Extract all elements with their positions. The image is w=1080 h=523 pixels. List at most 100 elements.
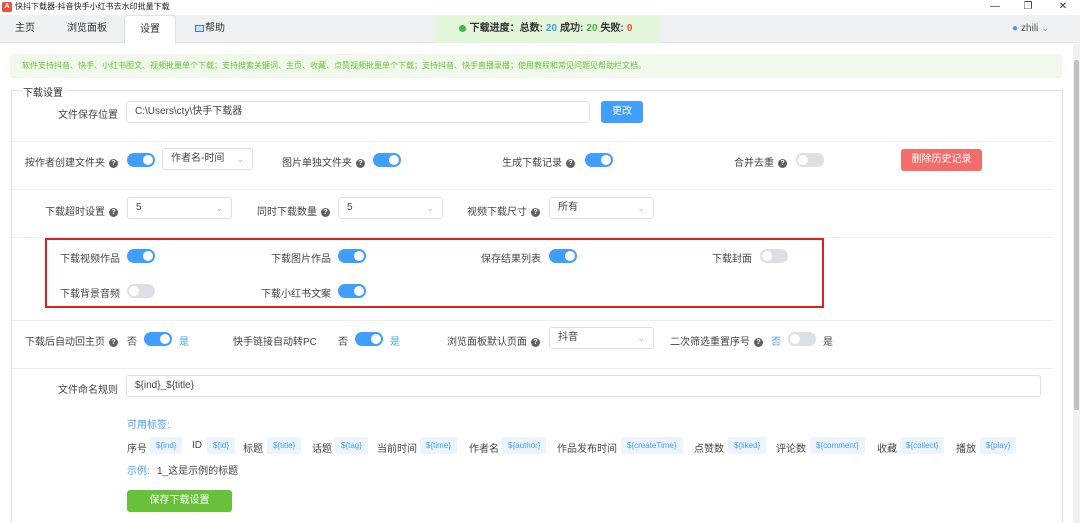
download-images-label: 下载图片作品 bbox=[271, 254, 331, 265]
tag-chip[interactable]: ${title} bbox=[267, 437, 302, 454]
example-value: 1_这是示例的标题 bbox=[157, 466, 239, 477]
tag-chip[interactable]: ${id} bbox=[207, 437, 236, 454]
title-bar: A 快抖下载器-抖音快手小红书去水印批量下载 — ❐ ✕ bbox=[0, 0, 1080, 14]
tag-name: ID bbox=[192, 440, 202, 451]
total-count: 20 bbox=[545, 23, 558, 34]
help-icon[interactable]: ? bbox=[531, 207, 540, 217]
tag-chip[interactable]: ${author} bbox=[502, 437, 547, 454]
author-folder-label: 按作者创建文件夹? bbox=[25, 154, 118, 169]
available-tags-title: 可用标签: bbox=[127, 420, 170, 431]
reseq-label: 二次筛选重置序号? bbox=[670, 333, 763, 348]
save-settings-button[interactable]: 保存下载设置 bbox=[127, 490, 232, 512]
tag-chip[interactable]: ${ind} bbox=[150, 437, 183, 454]
save-path-label: 文件保存位置 bbox=[58, 110, 118, 121]
tag-chip[interactable]: ${time} bbox=[420, 437, 457, 454]
tag-chip[interactable]: ${comment} bbox=[810, 437, 865, 454]
user-menu[interactable]: ● zhili ⌄ bbox=[1012, 15, 1049, 43]
ks-pc-toggle[interactable] bbox=[355, 332, 383, 346]
image-folder-toggle[interactable] bbox=[373, 153, 401, 167]
default-page-label: 浏览面板默认页面? bbox=[447, 333, 540, 348]
back-home-on-text: 是 bbox=[179, 337, 189, 348]
help-icon[interactable]: ? bbox=[109, 207, 118, 217]
author-folder-toggle[interactable] bbox=[127, 153, 155, 167]
concurrent-select[interactable]: 5 ⌄ bbox=[338, 197, 443, 219]
timeout-select[interactable]: 5 ⌄ bbox=[127, 197, 232, 219]
back-home-label: 下载后自动回主页? bbox=[25, 333, 118, 348]
help-icon[interactable]: ? bbox=[321, 207, 330, 217]
delete-history-button[interactable]: 删除历史记录 bbox=[901, 149, 982, 171]
change-path-button[interactable]: 更改 bbox=[601, 101, 643, 123]
chevron-down-icon: ⌄ bbox=[426, 203, 434, 213]
tag-chip[interactable]: ${collect} bbox=[900, 437, 945, 454]
dedupe-label: 合并去重? bbox=[734, 154, 787, 169]
dedupe-toggle[interactable] bbox=[796, 153, 824, 167]
fail-label: 失败: bbox=[600, 23, 624, 34]
help-icon[interactable]: ? bbox=[531, 337, 540, 347]
save-result-list-toggle[interactable] bbox=[549, 249, 577, 263]
help-icon[interactable]: ? bbox=[566, 158, 575, 168]
download-video-label: 下载视频作品 bbox=[60, 254, 120, 265]
download-progress-bar: 下载进度：总数: 20 成功: 20 失败: 0 bbox=[435, 15, 659, 43]
example-label: 示例: bbox=[127, 466, 150, 477]
download-record-toggle[interactable] bbox=[585, 153, 613, 167]
help-icon[interactable]: ? bbox=[109, 337, 118, 347]
author-folder-select[interactable]: 作者名-时间 ⌄ bbox=[162, 148, 253, 170]
download-cover-toggle[interactable] bbox=[760, 249, 788, 263]
download-images-toggle[interactable] bbox=[338, 249, 366, 263]
download-xhs-text-toggle[interactable] bbox=[338, 284, 366, 298]
total-label: 总数: bbox=[519, 23, 543, 34]
tag-chip[interactable]: ${createTime} bbox=[621, 437, 683, 454]
timeout-label: 下载超时设置? bbox=[45, 203, 118, 218]
tag-name: 话题 bbox=[312, 444, 332, 455]
image-folder-label: 图片单独文件夹? bbox=[282, 154, 365, 169]
ks-pc-on-text: 是 bbox=[390, 337, 400, 348]
maximize-button[interactable]: ❐ bbox=[1017, 0, 1039, 14]
download-record-label: 生成下载记录? bbox=[502, 154, 575, 169]
tag-name: 序号 bbox=[127, 444, 147, 455]
progress-label: 下载进度： bbox=[469, 23, 520, 34]
tag-name: 收藏 bbox=[877, 444, 897, 455]
tab-settings[interactable]: 设置 bbox=[124, 15, 176, 44]
tag-name: 播放 bbox=[956, 444, 976, 455]
chevron-down-icon: ⌄ bbox=[637, 203, 645, 213]
tag-chip[interactable]: ${play} bbox=[980, 437, 1017, 454]
back-home-off-text: 否 bbox=[127, 337, 137, 348]
tag-name: 标题 bbox=[243, 444, 263, 455]
tab-help-label: 帮助 bbox=[205, 23, 225, 34]
back-home-toggle[interactable] bbox=[144, 332, 172, 346]
download-video-toggle[interactable] bbox=[127, 249, 155, 263]
notice-banner: 软件支持抖音、快手、小红书图文、视频批量单个下载；支持搜索关键词、主页、收藏、点… bbox=[10, 54, 1062, 78]
tab-home[interactable]: 主页 bbox=[4, 15, 46, 43]
divider bbox=[12, 189, 1052, 190]
window-title: 快抖下载器-抖音快手小红书去水印批量下载 bbox=[15, 2, 170, 11]
save-path-input[interactable]: C:\Users\cty\快手下载器 bbox=[126, 101, 590, 123]
help-icon[interactable]: ? bbox=[778, 158, 787, 168]
reseq-off-text: 否 bbox=[771, 337, 781, 348]
reseq-toggle[interactable] bbox=[788, 332, 816, 346]
ks-pc-off-text: 否 bbox=[338, 337, 348, 348]
naming-rule-label: 文件命名规则 bbox=[58, 385, 118, 396]
scrollbar-thumb[interactable] bbox=[1074, 60, 1079, 410]
user-icon: ● bbox=[1012, 23, 1019, 34]
default-page-select[interactable]: 抖音 ⌄ bbox=[549, 327, 654, 349]
tag-chip[interactable]: ${liked} bbox=[728, 437, 767, 454]
naming-rule-input[interactable]: ${ind}_${title} bbox=[126, 375, 1041, 397]
success-label: 成功: bbox=[560, 23, 584, 34]
tag-chip[interactable]: ${tag} bbox=[335, 437, 368, 454]
minimize-button[interactable]: — bbox=[984, 0, 1006, 14]
tab-help[interactable]: 帮助 bbox=[188, 15, 232, 43]
reseq-on-text: 是 bbox=[823, 337, 833, 348]
tag-name: 评论数 bbox=[776, 444, 806, 455]
video-size-select[interactable]: 所有 ⌄ bbox=[549, 197, 654, 219]
highlight-box bbox=[45, 238, 824, 308]
chevron-down-icon: ⌄ bbox=[215, 203, 223, 213]
download-bgm-toggle[interactable] bbox=[127, 284, 155, 298]
tab-browse-panel[interactable]: 浏览面板 bbox=[58, 15, 116, 43]
close-button[interactable]: ✕ bbox=[1052, 0, 1074, 14]
help-icon[interactable]: ? bbox=[356, 158, 365, 168]
download-xhs-text-label: 下载小红书文案 bbox=[261, 289, 331, 300]
app-logo-icon: A bbox=[2, 2, 12, 12]
help-icon[interactable]: ? bbox=[754, 337, 763, 347]
success-count: 20 bbox=[586, 23, 598, 34]
help-icon[interactable]: ? bbox=[109, 158, 118, 168]
